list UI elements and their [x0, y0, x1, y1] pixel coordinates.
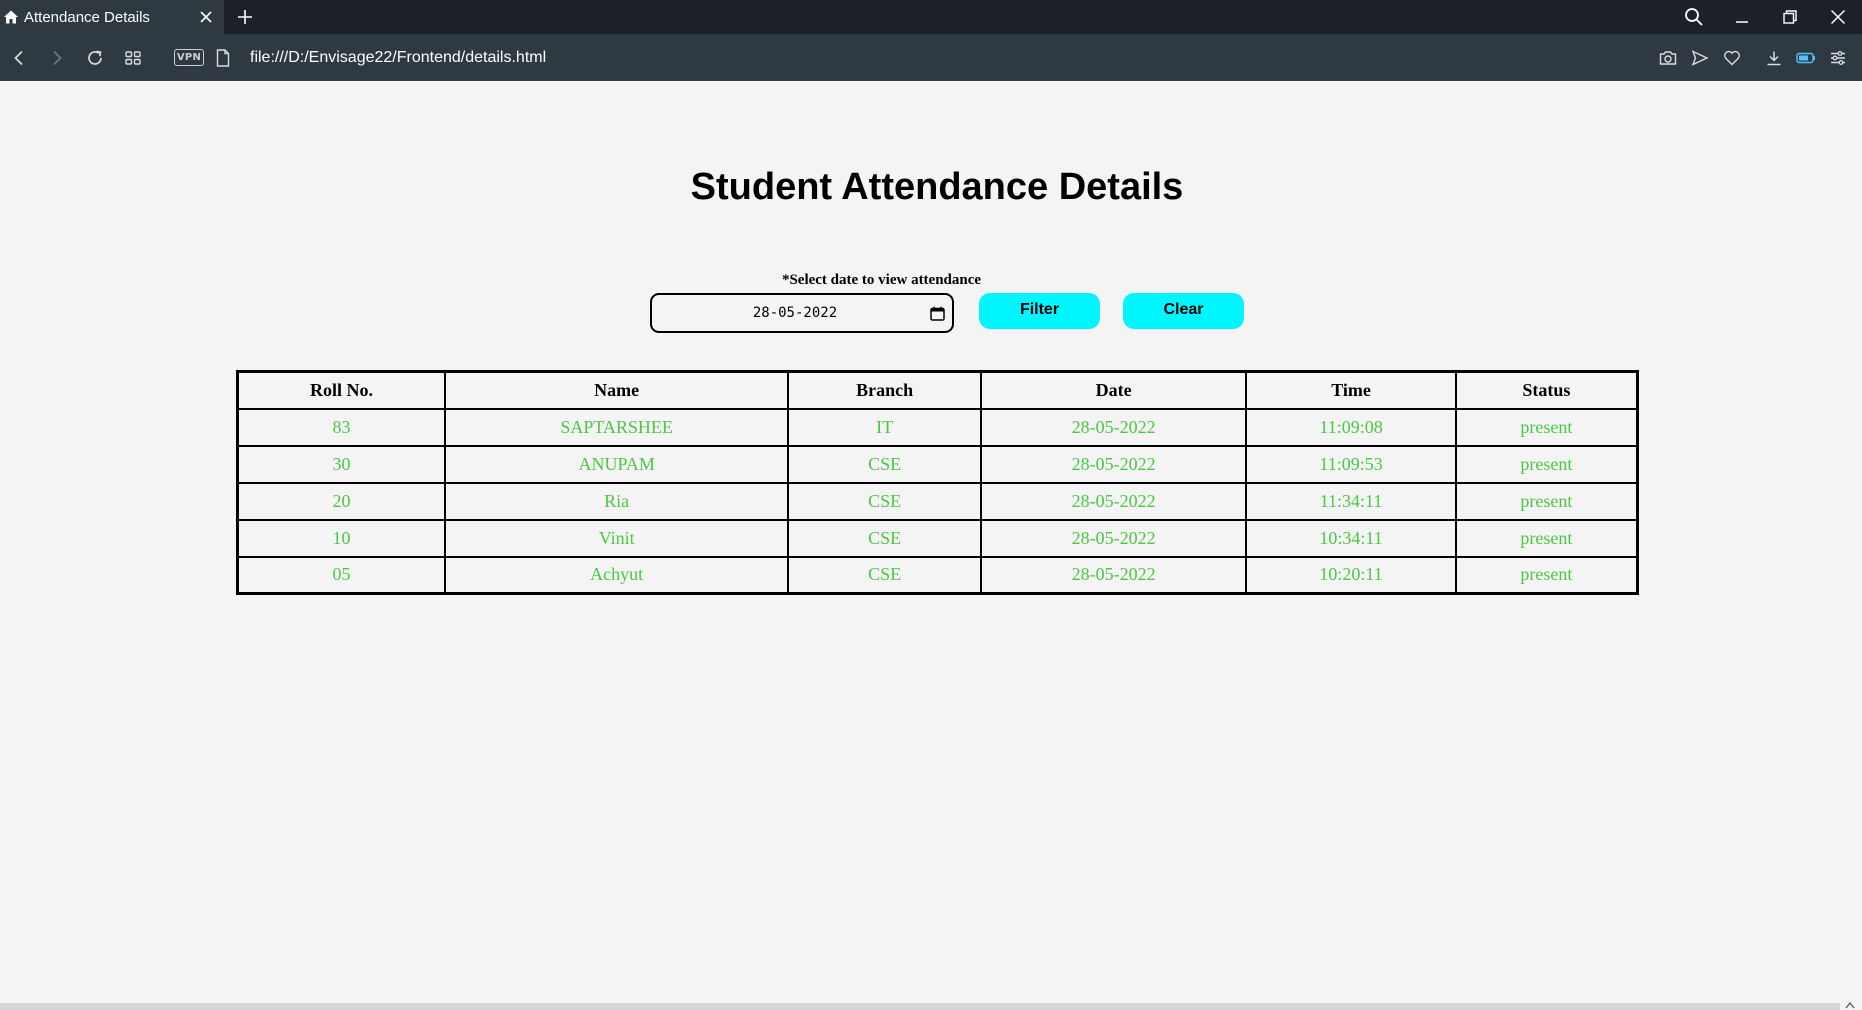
cell-branch: CSE [787, 481, 982, 521]
send-icon[interactable] [1684, 43, 1716, 73]
cell-date: 28-05-2022 [979, 518, 1248, 558]
window-controls [1670, 0, 1862, 34]
calendar-icon[interactable] [929, 305, 945, 321]
download-icon[interactable] [1758, 43, 1790, 73]
close-window-icon[interactable] [1814, 2, 1862, 32]
document-icon[interactable] [214, 48, 232, 68]
cell-branch: CSE [787, 555, 982, 595]
address-bar: VPN file:///D:/Envisage22/Frontend/detai… [0, 34, 1862, 81]
minimize-icon[interactable] [1718, 2, 1766, 32]
table-row: 83 SAPTARSHEE IT 28-05-2022 11:09:08 pre… [236, 407, 1639, 447]
search-icon[interactable] [1670, 2, 1718, 32]
cell-status: present [1454, 518, 1639, 558]
easy-setup-icon[interactable] [1822, 43, 1854, 73]
header-roll-no: Roll No. [236, 370, 446, 410]
table-header-row: Roll No. Name Branch Date Time Status [236, 370, 1639, 410]
browser-tab-bar: Attendance Details [0, 0, 1862, 34]
cell-time: 11:09:08 [1245, 407, 1457, 447]
restore-icon[interactable] [1766, 2, 1814, 32]
table-row: 30 ANUPAM CSE 28-05-2022 11:09:53 presen… [236, 444, 1639, 484]
cell-status: present [1454, 555, 1639, 595]
cell-name: ANUPAM [443, 444, 790, 484]
cell-time: 11:09:53 [1245, 444, 1457, 484]
new-tab-icon[interactable] [234, 6, 256, 28]
cell-status: present [1454, 444, 1639, 484]
horizontal-scrollbar[interactable] [0, 1003, 1840, 1010]
table-row: 10 Vinit CSE 28-05-2022 10:34:11 present [236, 518, 1639, 558]
cell-date: 28-05-2022 [979, 407, 1248, 447]
vpn-badge[interactable]: VPN [174, 49, 204, 66]
toolbar-right [1652, 34, 1854, 81]
cell-name: Vinit [443, 518, 790, 558]
cell-date: 28-05-2022 [979, 555, 1248, 595]
clear-button[interactable]: Clear [1123, 293, 1244, 329]
cell-branch: CSE [787, 444, 982, 484]
cell-time: 10:20:11 [1245, 555, 1457, 595]
cell-time: 11:34:11 [1245, 481, 1457, 521]
cell-name: SAPTARSHEE [443, 407, 790, 447]
cell-roll-no: 83 [236, 407, 446, 447]
attendance-table: Roll No. Name Branch Date Time Status 83… [236, 370, 1639, 595]
table-row: 20 Ria CSE 28-05-2022 11:34:11 present [236, 481, 1639, 521]
reload-icon[interactable] [76, 41, 114, 75]
header-branch: Branch [787, 370, 982, 410]
header-time: Time [1245, 370, 1457, 410]
cell-branch: CSE [787, 518, 982, 558]
url-field[interactable]: file:///D:/Envisage22/Frontend/details.h… [250, 49, 546, 67]
header-name: Name [443, 370, 790, 410]
cell-name: Achyut [443, 555, 790, 595]
scroll-up-arrow-icon[interactable] [1844, 999, 1856, 1010]
tiles-icon[interactable] [114, 41, 152, 75]
back-icon[interactable] [0, 41, 38, 75]
cell-status: present [1454, 407, 1639, 447]
cell-roll-no: 05 [236, 555, 446, 595]
header-date: Date [979, 370, 1248, 410]
cell-roll-no: 20 [236, 481, 446, 521]
cell-date: 28-05-2022 [979, 481, 1248, 521]
date-value[interactable]: 28-05-2022 [753, 305, 837, 321]
filter-button[interactable]: Filter [979, 293, 1100, 329]
battery-icon[interactable] [1790, 43, 1822, 73]
page-title: Student Attendance Details [690, 166, 1184, 208]
cell-branch: IT [787, 407, 982, 447]
cell-status: present [1454, 481, 1639, 521]
forward-icon[interactable] [38, 41, 76, 75]
tab-title: Attendance Details [24, 8, 150, 26]
heart-icon[interactable] [1716, 43, 1748, 73]
close-tab-icon[interactable] [196, 7, 216, 27]
date-filter-label: *Select date to view attendance [781, 272, 982, 288]
date-input[interactable]: 28-05-2022 [650, 293, 954, 333]
cell-name: Ria [443, 481, 790, 521]
cell-roll-no: 30 [236, 444, 446, 484]
cell-roll-no: 10 [236, 518, 446, 558]
table-row: 05 Achyut CSE 28-05-2022 10:20:11 presen… [236, 555, 1639, 595]
browser-tab[interactable]: Attendance Details [0, 0, 224, 34]
cell-time: 10:34:11 [1245, 518, 1457, 558]
camera-icon[interactable] [1652, 43, 1684, 73]
cell-date: 28-05-2022 [979, 444, 1248, 484]
home-icon [2, 8, 20, 26]
header-status: Status [1454, 370, 1639, 410]
